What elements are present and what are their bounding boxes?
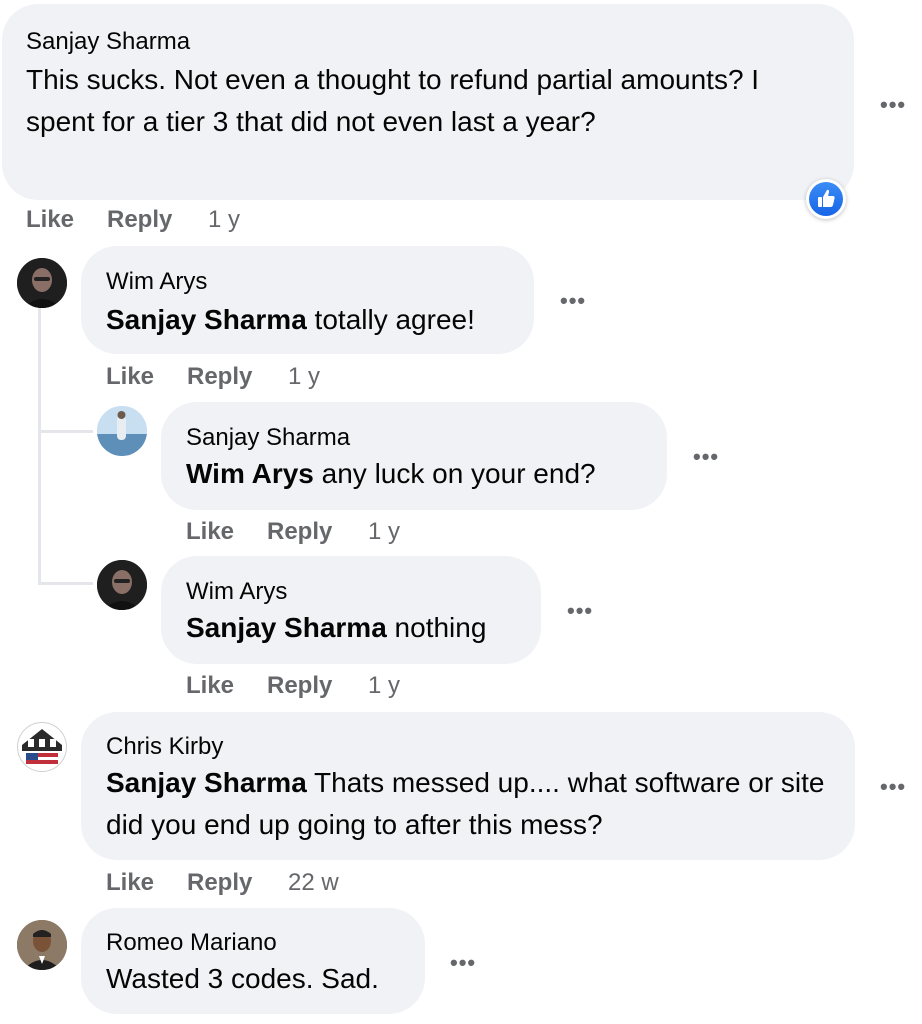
comment-timestamp[interactable]: 1 y <box>288 363 320 391</box>
like-button[interactable]: Like <box>186 672 234 700</box>
reply-button[interactable]: Reply <box>267 672 332 700</box>
mention-link[interactable]: Sanjay Sharma <box>106 767 307 798</box>
comment-text: This sucks. Not even a thought to refund… <box>26 64 760 137</box>
reply-button[interactable]: Reply <box>267 518 332 546</box>
reply-button[interactable]: Reply <box>187 869 252 897</box>
more-options-icon[interactable]: ••• <box>567 598 593 624</box>
like-button[interactable]: Like <box>106 869 154 897</box>
more-options-icon[interactable]: ••• <box>693 444 719 470</box>
comment-author[interactable]: Wim Arys <box>106 268 207 296</box>
comment-author[interactable]: Sanjay Sharma <box>186 424 350 452</box>
thread-branch <box>38 582 93 585</box>
comment-timestamp[interactable]: 22 w <box>288 869 339 897</box>
mention-link[interactable]: Sanjay Sharma <box>186 612 387 643</box>
comment-text: Sanjay Sharma Thats messed up.... what s… <box>106 762 826 846</box>
thread-line <box>38 308 41 584</box>
comment-text-body: nothing <box>386 612 487 643</box>
comment-text-body: totally agree! <box>306 304 475 335</box>
avatar[interactable] <box>97 406 147 456</box>
comment-author[interactable]: Wim Arys <box>186 578 287 606</box>
thread-branch <box>38 430 93 433</box>
more-options-icon[interactable]: ••• <box>880 774 906 800</box>
comment-author[interactable]: Chris Kirby <box>106 733 223 761</box>
comment-text: Sanjay Sharma totally agree! <box>106 299 526 341</box>
more-options-icon[interactable]: ••• <box>450 950 476 976</box>
avatar[interactable] <box>17 722 67 772</box>
reply-button[interactable]: Reply <box>187 363 252 391</box>
mention-link[interactable]: Sanjay Sharma <box>106 304 307 335</box>
like-button[interactable]: Like <box>26 206 74 234</box>
more-options-icon[interactable]: ••• <box>880 92 906 118</box>
comment-timestamp[interactable]: 1 y <box>208 206 240 234</box>
avatar[interactable] <box>17 920 67 970</box>
comment-timestamp[interactable]: 1 y <box>368 518 400 546</box>
reply-button[interactable]: Reply <box>107 206 172 234</box>
like-button[interactable]: Like <box>186 518 234 546</box>
avatar[interactable] <box>17 258 67 308</box>
mention-link[interactable]: Wim Arys <box>186 458 314 489</box>
like-reaction-badge[interactable] <box>806 179 846 219</box>
thumbs-up-icon <box>809 182 843 216</box>
comment-text: Sanjay Sharma nothing <box>186 607 536 649</box>
more-options-icon[interactable]: ••• <box>560 288 586 314</box>
comment-text: Wasted 3 codes. Sad. <box>106 963 379 994</box>
comment-text: Wim Arys any luck on your end? <box>186 453 656 495</box>
comment-timestamp[interactable]: 1 y <box>368 672 400 700</box>
comment-author[interactable]: Romeo Mariano <box>106 929 277 957</box>
avatar[interactable] <box>97 560 147 610</box>
comment-text-body: any luck on your end? <box>313 458 596 489</box>
comment-author[interactable]: Sanjay Sharma <box>26 28 190 56</box>
like-button[interactable]: Like <box>106 363 154 391</box>
